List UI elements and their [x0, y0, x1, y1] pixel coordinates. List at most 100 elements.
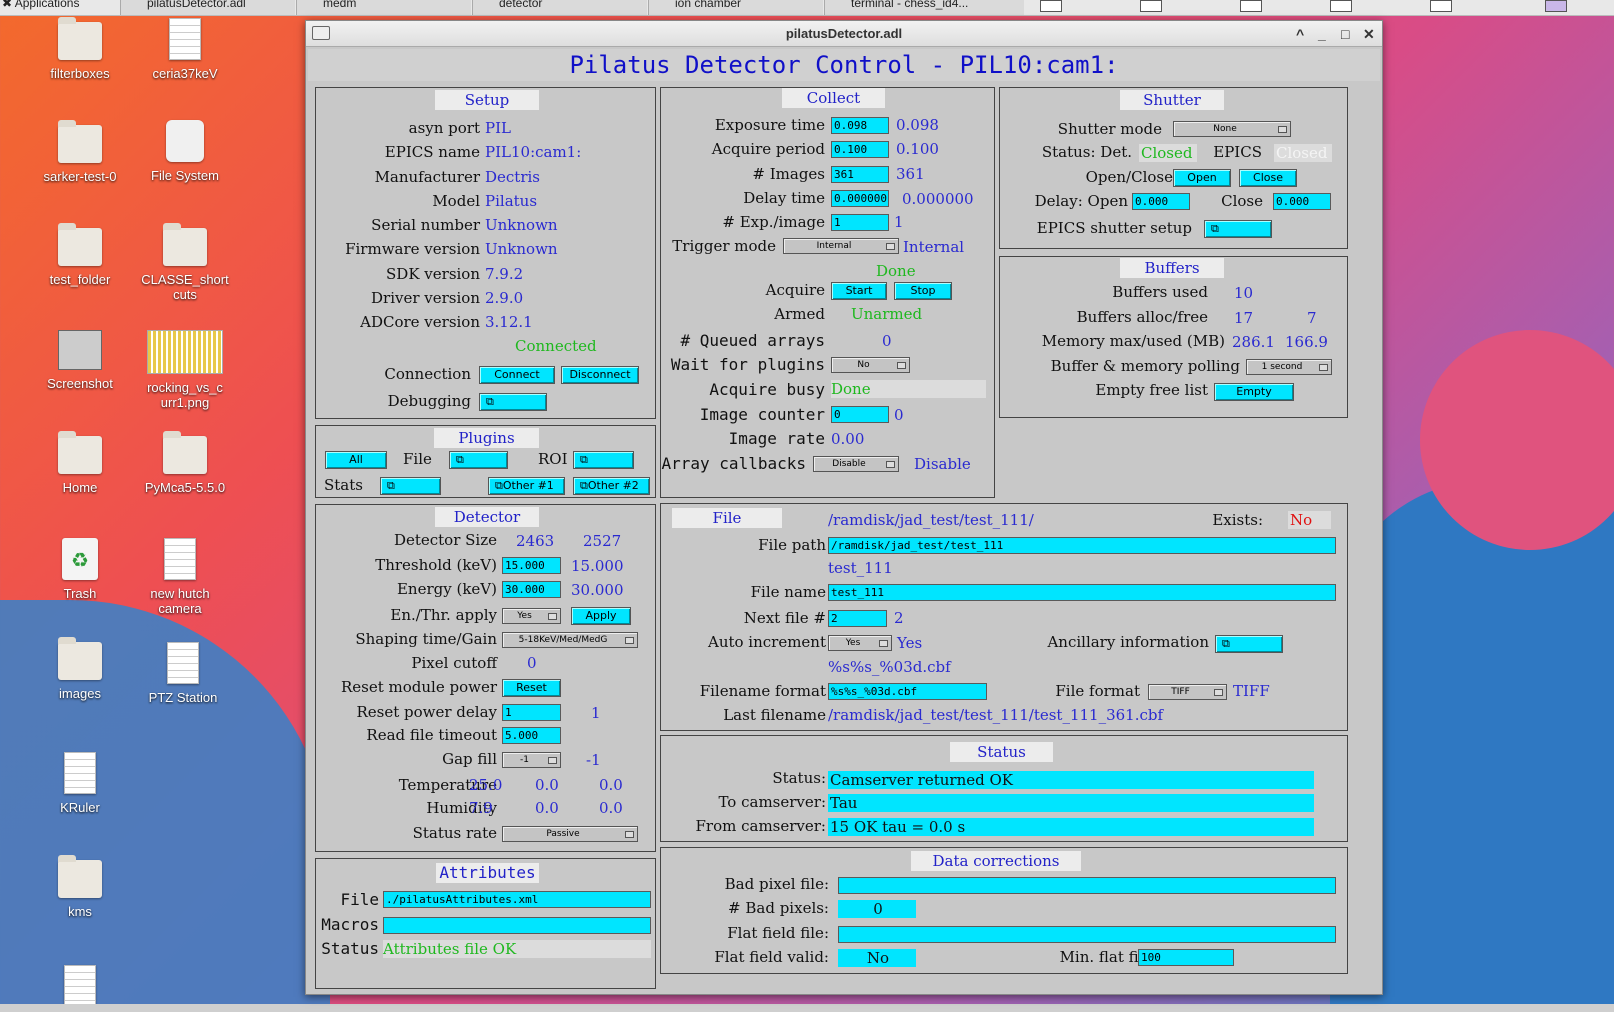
taskbar-item[interactable]: terminal - chess_id4...: [824, 0, 1024, 15]
window-menu-icon[interactable]: [312, 26, 330, 40]
read-timeout-input[interactable]: 5.000: [502, 727, 561, 744]
humidity-value: 0.0: [599, 799, 623, 817]
file-path-input[interactable]: /ramdisk/jad_test/test_111: [828, 537, 1336, 554]
reset-delay-input[interactable]: 1: [502, 704, 561, 721]
setup-label: Manufacturer: [374, 168, 480, 186]
min-flat-field-input[interactable]: 100: [1138, 949, 1234, 966]
start-button[interactable]: Start: [831, 282, 887, 300]
energy-readback: 30.000: [571, 581, 624, 599]
desktop-icon-file-system[interactable]: File System: [135, 120, 235, 183]
connection-status: Connected: [515, 337, 597, 355]
shutter-delay-close-input[interactable]: 0.000: [1273, 193, 1331, 210]
plugins-stats-button[interactable]: [380, 477, 441, 495]
workspace-switcher[interactable]: [1040, 0, 1062, 12]
desktop-icon-sarker-test[interactable]: sarker-test-0: [30, 120, 130, 184]
filename-format-input[interactable]: %s%s_%03d.cbf: [828, 683, 987, 700]
plugins-all-button[interactable]: All: [325, 451, 387, 469]
shutter-close-button[interactable]: Close: [1239, 169, 1297, 187]
stop-button[interactable]: Stop: [894, 282, 952, 300]
desktop-icon-home[interactable]: Home: [30, 431, 130, 495]
window-titlebar[interactable]: pilatusDetector.adl ^ _ □ ✕: [306, 21, 1382, 47]
shutter-delay-open-input[interactable]: 0.000: [1132, 193, 1190, 210]
wait-plugins-menu[interactable]: No: [831, 357, 910, 373]
flat-field-file-input[interactable]: [838, 926, 1336, 943]
images-input[interactable]: 361: [831, 166, 889, 183]
desktop-icon-pymca[interactable]: PyMca5-5.5.0: [135, 431, 235, 495]
period-input[interactable]: 0.100: [831, 141, 889, 158]
attributes-macros-input[interactable]: [383, 917, 651, 934]
empty-button[interactable]: Empty: [1214, 383, 1294, 401]
plugins-other1-button[interactable]: Other #1: [488, 477, 565, 495]
next-file-input[interactable]: 2: [828, 610, 887, 627]
shutter-setup-button[interactable]: [1204, 220, 1272, 238]
image-counter-input[interactable]: 0: [831, 406, 889, 423]
setup-label: asyn port: [408, 119, 480, 137]
desktop-icon-classe-shortcuts[interactable]: CLASSE_short cuts: [135, 223, 235, 302]
threshold-input[interactable]: 15.000: [502, 557, 561, 574]
desktop-icon-trash[interactable]: Trash: [30, 538, 130, 601]
exp-image-readback: 1: [894, 213, 904, 231]
close-button[interactable]: ✕: [1363, 21, 1375, 47]
shade-button[interactable]: ^: [1296, 21, 1304, 47]
desktop-icon-images[interactable]: images: [30, 637, 130, 701]
workspace-switcher[interactable]: [1140, 0, 1162, 12]
workspace-switcher[interactable]: [1330, 0, 1352, 12]
file-name-input[interactable]: test_111: [828, 584, 1336, 601]
minimize-button[interactable]: _: [1318, 21, 1326, 47]
exp-image-input[interactable]: 1: [831, 214, 889, 231]
applications-menu[interactable]: ✖ Applications: [2, 0, 79, 10]
reset-button[interactable]: Reset: [502, 679, 561, 697]
taskbar-item[interactable]: ion chamber: [648, 0, 823, 15]
connect-button[interactable]: Connect: [479, 366, 555, 384]
shutter-open-button[interactable]: Open: [1173, 169, 1231, 187]
shutter-mode-menu[interactable]: None: [1173, 121, 1291, 137]
plugins-other2-button[interactable]: Other #2: [573, 477, 650, 495]
exposure-input[interactable]: 0.098: [831, 117, 889, 134]
desktop-icon-screenshot[interactable]: Screenshot: [30, 330, 130, 391]
image-counter-label: Image counter: [699, 405, 825, 424]
status-rate-menu[interactable]: Passive: [502, 826, 638, 842]
taskbar-item[interactable]: pilatusDetector.adl: [120, 0, 295, 15]
bad-pixel-file-input[interactable]: [838, 877, 1336, 894]
setup-value: Pilatus: [485, 192, 538, 210]
desktop-icon-new-hutch-camera[interactable]: new hutch camera: [130, 538, 230, 616]
desktop-icon-kms[interactable]: kms: [30, 855, 130, 919]
trigger-mode-menu[interactable]: Internal: [783, 238, 899, 254]
delay-time-input[interactable]: 0.000000: [831, 190, 889, 207]
desktop-icon-rocking-png[interactable]: rocking_vs_c urr1.png: [135, 330, 235, 410]
folder-icon: [58, 223, 102, 266]
desktop-icon-ptz-station[interactable]: PTZ Station: [133, 642, 233, 705]
maximize-button[interactable]: □: [1341, 21, 1349, 47]
energy-input[interactable]: 30.000: [502, 581, 561, 598]
plugins-file-button[interactable]: [449, 451, 508, 469]
plugins-roi-button[interactable]: [573, 451, 634, 469]
workspace-switcher[interactable]: [1430, 0, 1452, 12]
apply-menu[interactable]: Yes: [502, 608, 561, 624]
desktop-icon-ceria37kev[interactable]: ceria37keV: [135, 18, 235, 81]
auto-increment-menu[interactable]: Yes: [828, 635, 892, 651]
array-callbacks-menu[interactable]: Disable: [813, 456, 899, 472]
debugging-related-display-button[interactable]: [479, 393, 547, 411]
apply-button[interactable]: Apply: [571, 607, 631, 625]
desktop-icon-filterboxes[interactable]: filterboxes: [30, 17, 130, 81]
desktop-icon-kruler[interactable]: KRuler: [30, 752, 130, 815]
disconnect-button[interactable]: Disconnect: [561, 366, 639, 384]
gap-fill-menu[interactable]: -1: [502, 752, 561, 768]
taskbar-item[interactable]: detector: [472, 0, 647, 15]
desktop-icon-test-folder[interactable]: test_folder: [30, 223, 130, 287]
delay-time-readback: 0.000000: [902, 190, 974, 208]
ancillary-button[interactable]: [1215, 635, 1283, 653]
setup-label: Driver version: [371, 289, 480, 307]
workspace-switcher[interactable]: [1240, 0, 1262, 12]
workspace-switcher[interactable]: [1545, 0, 1567, 12]
taskbar-item[interactable]: medm: [296, 0, 471, 15]
shaping-menu[interactable]: 5-18KeV/Med/MedG: [502, 632, 638, 648]
apply-label: En./Thr. apply: [390, 606, 497, 624]
file-format-menu[interactable]: TIFF: [1148, 684, 1227, 700]
polling-menu[interactable]: 1 second: [1246, 359, 1332, 375]
polling-label: Buffer & memory polling: [1050, 357, 1240, 375]
attributes-file-input[interactable]: ./pilatusAttributes.xml: [383, 891, 651, 908]
filename-format-readback: %s%s_%03d.cbf: [828, 658, 951, 676]
screenshot-icon: [58, 330, 102, 370]
temperature-value: 0.0: [599, 776, 623, 794]
